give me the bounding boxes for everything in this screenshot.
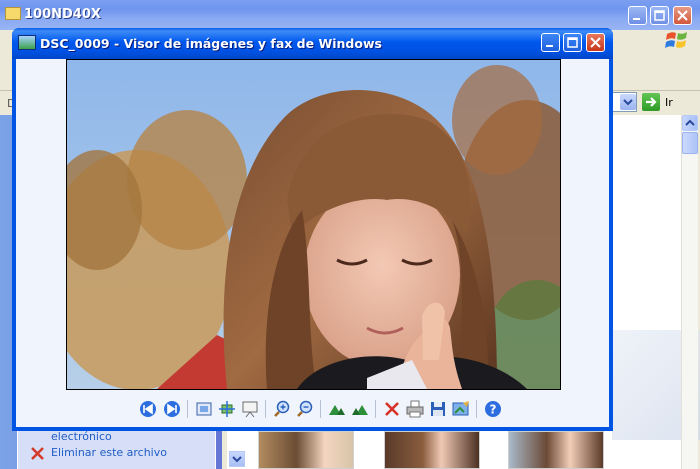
thumbnail-image[interactable] (384, 431, 480, 469)
delete-icon (385, 402, 399, 416)
chevron-down-icon (232, 456, 242, 463)
task-delete-label: Eliminar este archivo (51, 446, 167, 459)
viewer-close-button[interactable] (586, 33, 605, 52)
explorer-titlebar[interactable]: 100ND40X (0, 0, 700, 30)
photo-image (67, 60, 560, 389)
save-copy-icon (431, 402, 445, 416)
viewer-toolbar: ? (16, 397, 609, 421)
help-icon: ? (485, 401, 501, 417)
save-copy-button[interactable] (428, 399, 448, 419)
zoom-in-button[interactable] (272, 399, 292, 419)
viewer-title: DSC_0009 - Visor de imágenes y fax de Wi… (40, 36, 382, 51)
image-viewer-app-icon (18, 35, 36, 50)
best-fit-icon (196, 402, 212, 416)
thumbnail-image[interactable] (508, 431, 604, 469)
edit-button[interactable] (451, 399, 471, 419)
maximize-icon (654, 10, 665, 21)
print-button[interactable] (405, 399, 425, 419)
zoom-out-button[interactable] (295, 399, 315, 419)
chevron-down-icon (623, 99, 633, 106)
toolbar-separator (320, 400, 321, 418)
photo-display (66, 59, 561, 390)
close-icon (677, 10, 688, 21)
explorer-close-button[interactable] (673, 6, 692, 25)
delete-button[interactable] (382, 399, 402, 419)
scroll-thumb[interactable] (682, 132, 698, 154)
toolbar-separator (187, 400, 188, 418)
minimize-icon (633, 18, 640, 20)
next-image-icon (164, 401, 180, 417)
slideshow-icon (242, 401, 258, 418)
minimize-icon (546, 45, 553, 47)
vertical-scrollbar[interactable] (681, 115, 698, 469)
actual-size-icon (219, 401, 235, 417)
help-button[interactable]: ? (483, 399, 503, 419)
next-image-button[interactable] (162, 399, 182, 419)
go-button[interactable]: Ir (642, 92, 692, 112)
svg-text:?: ? (490, 403, 497, 417)
scroll-up-button[interactable] (682, 115, 698, 131)
viewer-body: ? (16, 59, 609, 427)
rotate-counterclockwise-button[interactable] (350, 399, 370, 419)
close-icon (590, 37, 601, 48)
zoom-in-icon (274, 400, 290, 417)
viewer-minimize-button[interactable] (541, 33, 560, 52)
maximize-icon (567, 37, 578, 48)
toolbar-separator (265, 400, 266, 418)
actual-size-button[interactable] (217, 399, 237, 419)
chevron-up-icon (685, 119, 695, 126)
viewer-maximize-button[interactable] (563, 33, 582, 52)
image-viewer-window: DSC_0009 - Visor de imágenes y fax de Wi… (12, 28, 613, 431)
go-label: Ir (665, 96, 673, 109)
windows-logo-icon (665, 32, 687, 48)
previous-image-icon (140, 401, 156, 417)
go-arrow-icon (642, 93, 660, 111)
thumbnail-scroll-button[interactable] (229, 451, 245, 467)
edit-icon (452, 401, 469, 416)
rotate-clockwise-icon (329, 405, 345, 415)
delete-x-icon (31, 447, 44, 460)
rotate-counterclockwise-icon (352, 405, 368, 415)
toolbar-separator (476, 400, 477, 418)
explorer-minimize-button[interactable] (628, 6, 647, 25)
best-fit-button[interactable] (194, 399, 214, 419)
rotate-clockwise-button[interactable] (327, 399, 347, 419)
address-dropdown-button[interactable] (620, 94, 636, 110)
toolbar-separator (375, 400, 376, 418)
explorer-title: 100ND40X (24, 7, 101, 22)
task-email-link[interactable]: electrónico (51, 430, 112, 443)
slideshow-button[interactable] (240, 399, 260, 419)
previous-image-button[interactable] (138, 399, 158, 419)
folder-icon (5, 7, 21, 20)
viewer-titlebar[interactable]: DSC_0009 - Visor de imágenes y fax de Wi… (12, 28, 613, 59)
print-icon (406, 400, 424, 418)
zoom-out-icon (297, 400, 313, 417)
thumbnail-image[interactable] (258, 431, 354, 469)
explorer-maximize-button[interactable] (650, 6, 669, 25)
